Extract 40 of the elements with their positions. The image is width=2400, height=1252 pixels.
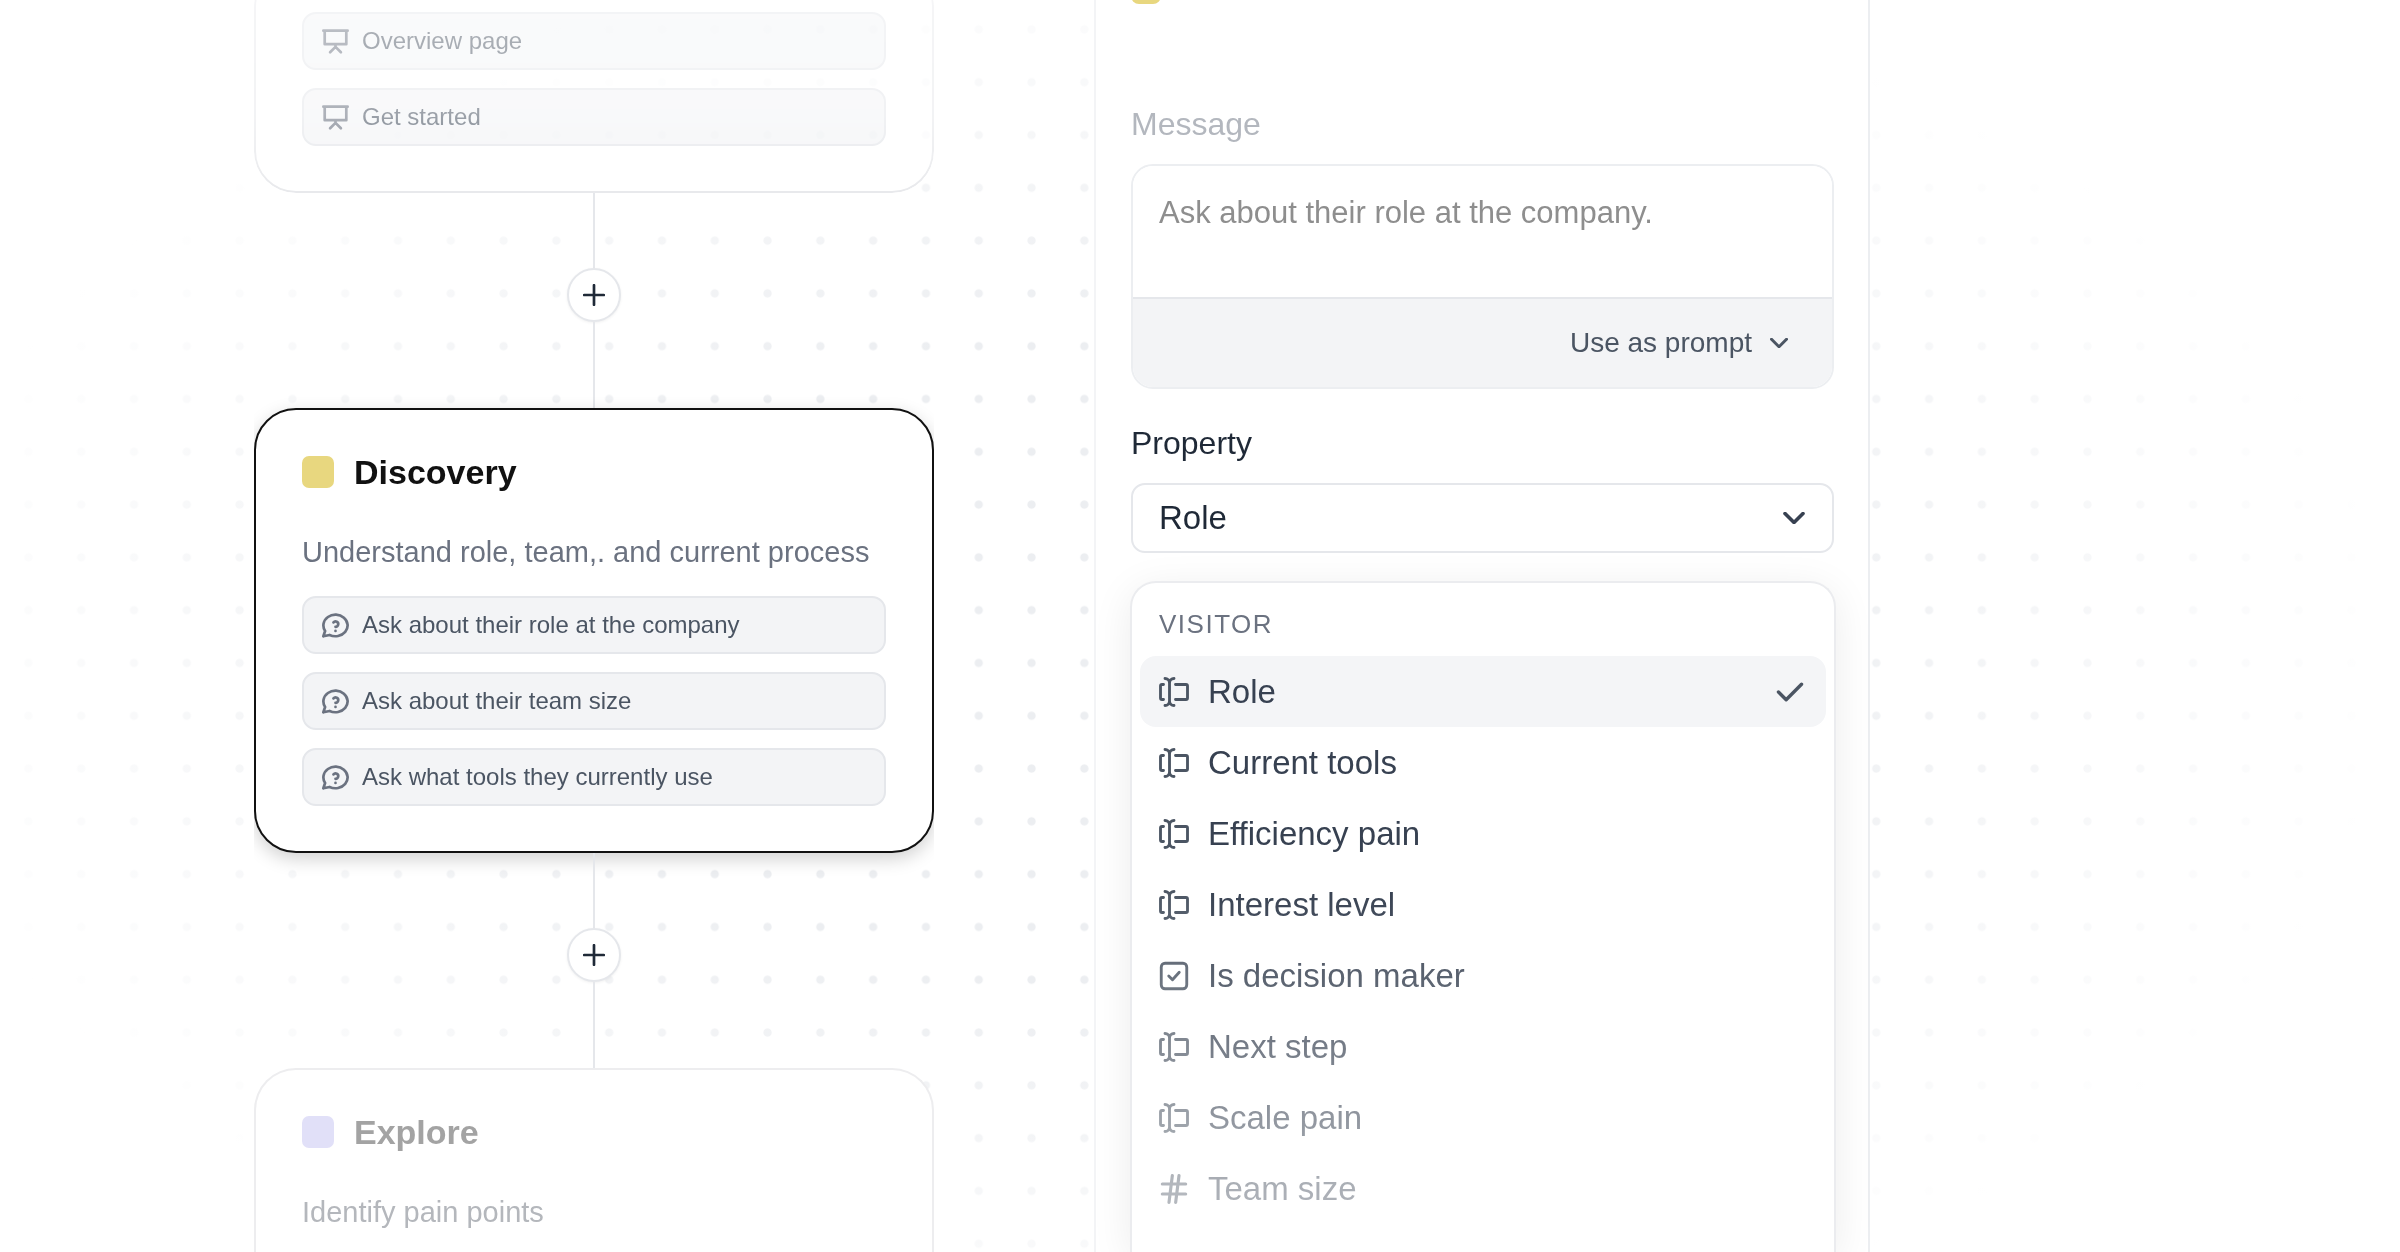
text-field-icon: [1159, 676, 1189, 707]
stage-title: Discovery: [354, 455, 517, 489]
plus-icon: [583, 284, 605, 306]
question-bubble-icon: [322, 763, 349, 791]
dropdown-option[interactable]: Role: [1140, 656, 1826, 727]
step-chip[interactable]: Ask about their team size: [302, 672, 886, 730]
text-field-icon: [1159, 1102, 1189, 1133]
stage-description: Identify pain points: [302, 1195, 545, 1229]
plus-icon: [583, 944, 605, 966]
chevron-down-icon: [1783, 512, 1805, 524]
step-chip[interactable]: Ask about their role at the company: [302, 596, 886, 654]
hash-icon: [1159, 1173, 1189, 1204]
presentation-board-icon: [322, 27, 349, 55]
dropdown-option[interactable]: Is decision maker: [1140, 940, 1826, 1011]
group-heading: VISITOR: [1159, 608, 1274, 640]
checkmark-icon: [1776, 681, 1804, 702]
chevron-down-icon: [1770, 338, 1788, 348]
stage-description: Understand role, team,. and current process: [302, 535, 871, 569]
field-label: Message: [1131, 105, 1261, 144]
text-field-icon: [1159, 1031, 1189, 1062]
presentation-board-icon: [322, 103, 349, 131]
text-field-icon: [1159, 747, 1189, 778]
add-step-button[interactable]: [567, 268, 621, 322]
question-bubble-icon: [322, 687, 349, 715]
stage-card[interactable]: Discovery Understand role, team,. and current process Ask about their role at the company Ask about their team size Ask what tools they currently use: [254, 408, 934, 853]
dropdown-option[interactable]: Next step: [1140, 1011, 1826, 1082]
dropdown-option[interactable]: Interest level: [1140, 869, 1826, 940]
step-chip[interactable]: Ask what tools they currently use: [302, 748, 886, 806]
question-bubble-icon: [322, 611, 349, 639]
dropdown-option[interactable]: Efficiency pain: [1140, 798, 1826, 869]
checkbox-icon: [1159, 960, 1189, 991]
dropdown-option[interactable]: Current tools: [1140, 727, 1826, 798]
message-box[interactable]: Ask about their role at the company. Use as prompt: [1131, 164, 1834, 389]
text-field-icon: [1159, 889, 1189, 920]
text-field-icon: [1159, 818, 1189, 849]
prompt-mode-dropdown[interactable]: Use as prompt: [1569, 327, 1788, 359]
field-label: Property: [1131, 424, 1252, 463]
property-select[interactable]: Role: [1131, 483, 1834, 553]
add-step-button[interactable]: [567, 928, 621, 982]
stage-title: Explore: [354, 1115, 479, 1149]
